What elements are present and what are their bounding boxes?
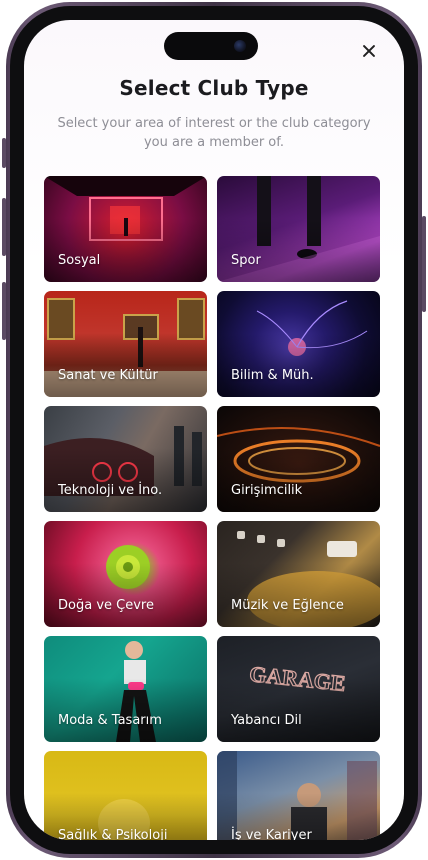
club-type-card-doga-ve-cevre[interactable]: Doğa ve Çevre <box>44 521 207 627</box>
volume-down-button <box>2 282 6 340</box>
power-button <box>422 216 426 312</box>
card-label: Doğa ve Çevre <box>58 598 154 613</box>
club-type-card-sanat-ve-kultur[interactable]: Sanat ve Kültür <box>44 291 207 397</box>
card-label: Sosyal <box>58 253 101 268</box>
card-label: Moda & Tasarım <box>58 713 162 728</box>
club-type-grid: Sosyal Spor Sanat ve Kültür Bilim & Müh.… <box>44 176 380 840</box>
club-type-card-moda-ve-tasarim[interactable]: Moda & Tasarım <box>44 636 207 742</box>
card-label: Spor <box>231 253 261 268</box>
club-type-card-spor[interactable]: Spor <box>217 176 380 282</box>
close-icon[interactable] <box>358 40 380 62</box>
card-label: Sağlık & Psikoloji <box>58 828 168 840</box>
club-type-card-saglik-ve-psikoloji[interactable]: Sağlık & Psikoloji <box>44 751 207 840</box>
card-label: Sanat ve Kültür <box>58 368 158 383</box>
phone-bezel: Select Club Type Select your area of int… <box>10 6 418 854</box>
card-label: Müzik ve Eğlence <box>231 598 344 613</box>
card-label: Bilim & Müh. <box>231 368 314 383</box>
club-type-card-bilim-muh[interactable]: Bilim & Müh. <box>217 291 380 397</box>
card-label: Teknoloji ve İno. <box>58 483 163 498</box>
silent-switch <box>2 138 6 168</box>
front-camera-icon <box>234 40 246 52</box>
club-type-card-sosyal[interactable]: Sosyal <box>44 176 207 282</box>
club-type-card-is-ve-kariyer[interactable]: İş ve Kariyer <box>217 751 380 840</box>
app-screen: Select Club Type Select your area of int… <box>24 20 404 840</box>
club-type-card-girisimcilik[interactable]: Girişimcilik <box>217 406 380 512</box>
page-title: Select Club Type <box>119 76 309 100</box>
card-label: Girişimcilik <box>231 483 303 498</box>
card-label: Yabancı Dil <box>231 713 302 728</box>
card-label: İş ve Kariyer <box>231 828 312 840</box>
phone-frame: Select Club Type Select your area of int… <box>6 2 422 858</box>
club-type-card-muzik-ve-eglence[interactable]: Müzik ve Eğlence <box>217 521 380 627</box>
volume-up-button <box>2 198 6 256</box>
dynamic-island <box>164 32 258 60</box>
club-type-card-yabanci-dil[interactable]: GARAGE Yabancı Dil <box>217 636 380 742</box>
page-subtitle: Select your area of interest or the club… <box>57 116 371 150</box>
club-type-card-teknoloji-ve-ino[interactable]: Teknoloji ve İno. <box>44 406 207 512</box>
